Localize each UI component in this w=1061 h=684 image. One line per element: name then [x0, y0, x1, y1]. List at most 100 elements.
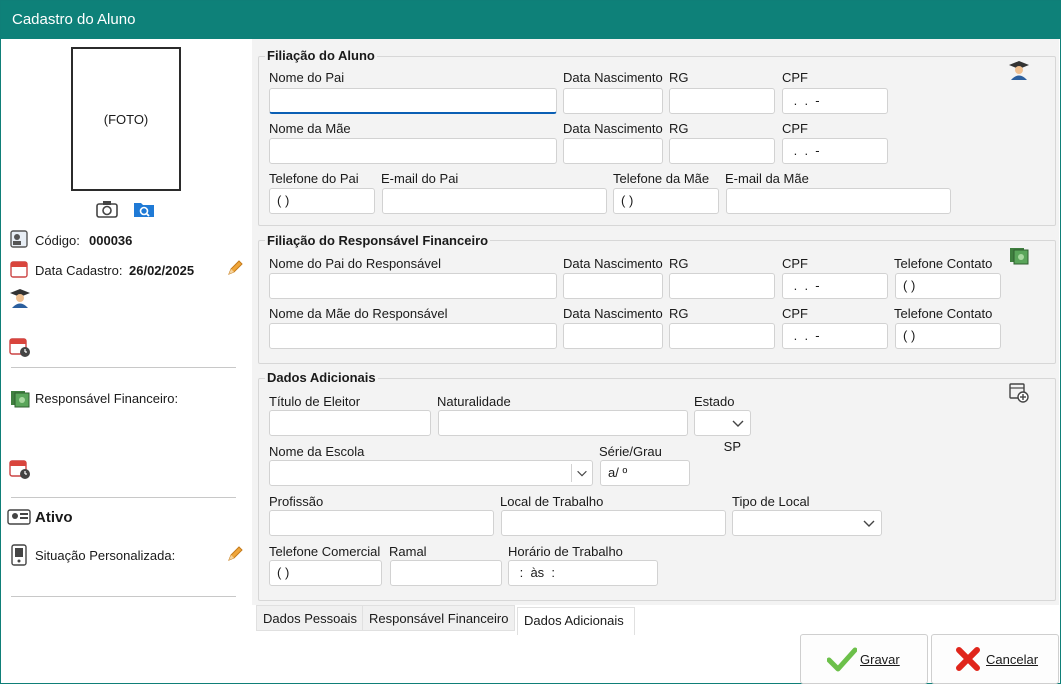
cpf-pai-resp-input[interactable]: . . -: [782, 273, 888, 299]
cancelar-button[interactable]: Cancelar: [931, 634, 1059, 684]
tab-dados-adicionais[interactable]: Dados Adicionais: [517, 607, 635, 635]
label-naturalidade: Naturalidade: [437, 394, 511, 409]
label-cpf: CPF: [782, 121, 808, 136]
chevron-down-icon: [861, 515, 877, 531]
data-cadastro-value: 26/02/2025: [129, 263, 195, 278]
telefone-mae-resp-input[interactable]: ( ): [895, 323, 1001, 349]
cpf-mae-input[interactable]: . . -: [782, 138, 888, 164]
telefone-pai-resp-input[interactable]: ( ): [895, 273, 1001, 299]
label-telefone-mae: Telefone da Mãe: [613, 171, 710, 186]
data-cadastro-label: Data Cadastro:: [35, 263, 123, 278]
label-nome-mae: Nome da Mãe: [269, 121, 351, 136]
group-title: Filiação do Responsável Financeiro: [265, 233, 491, 248]
label-nome-mae-resp: Nome da Mãe do Responsável: [269, 306, 448, 321]
label-cpf: CPF: [782, 256, 808, 271]
label-nome-escola: Nome da Escola: [269, 444, 365, 459]
horario-trabalho-input[interactable]: : às :: [508, 560, 658, 586]
label-data-nascimento: Data Nascimento: [563, 121, 663, 136]
label-data-nascimento: Data Nascimento: [563, 70, 663, 85]
nome-pai-input[interactable]: [269, 88, 557, 114]
photo-placeholder: (FOTO): [103, 111, 149, 127]
nome-mae-resp-input[interactable]: [269, 323, 557, 349]
photo-frame[interactable]: (FOTO): [71, 47, 181, 191]
label-cpf: CPF: [782, 70, 808, 85]
situacao-label: Situação Personalizada:: [35, 548, 176, 563]
nome-pai-resp-input[interactable]: [269, 273, 557, 299]
titulo-eleitor-input[interactable]: [269, 410, 431, 436]
local-trabalho-input[interactable]: [501, 510, 726, 536]
group-title: Filiação do Aluno: [265, 48, 377, 63]
rg-mae-input[interactable]: [669, 138, 775, 164]
money-icon[interactable]: [1007, 243, 1031, 267]
label-rg: RG: [669, 256, 689, 271]
label-local-trabalho: Local de Trabalho: [500, 494, 604, 509]
rg-pai-resp-input[interactable]: [669, 273, 775, 299]
telefone-comercial-input[interactable]: ( ): [269, 560, 382, 586]
tipo-local-select[interactable]: [732, 510, 882, 536]
label-email-mae: E-mail da Mãe: [725, 171, 809, 186]
nome-mae-input[interactable]: [269, 138, 557, 164]
cpf-pai-input[interactable]: . . -: [782, 88, 888, 114]
pencil-icon[interactable]: [225, 258, 245, 278]
id-card-icon: [9, 229, 29, 249]
telefone-pai-input[interactable]: ( ): [269, 188, 375, 214]
codigo-label: Código:: [35, 233, 80, 248]
responsavel-label: Responsável Financeiro:: [35, 391, 179, 406]
label-estado: Estado: [694, 394, 735, 409]
label-rg: RG: [669, 306, 689, 321]
label-horario-trabalho: Horário de Trabalho: [508, 544, 623, 559]
label-email-pai: E-mail do Pai: [381, 171, 459, 186]
label-data-nascimento: Data Nascimento: [563, 306, 663, 321]
tab-responsavel-financeiro[interactable]: Responsável Financeiro: [362, 605, 516, 631]
data-nascimento-mae-input[interactable]: [563, 138, 663, 164]
data-nascimento-pai-resp-input[interactable]: [563, 273, 663, 299]
nome-escola-select[interactable]: [269, 460, 593, 486]
status-text: Ativo: [35, 509, 73, 526]
label-tipo-local: Tipo de Local: [732, 494, 810, 509]
pencil-icon[interactable]: [225, 544, 245, 564]
graduate-icon[interactable]: [1007, 58, 1031, 82]
ramal-input[interactable]: [390, 560, 502, 586]
tab-dados-pessoais[interactable]: Dados Pessoais: [256, 605, 364, 631]
label-telefone-comercial: Telefone Comercial: [269, 544, 381, 559]
naturalidade-input[interactable]: [438, 410, 688, 436]
label-rg: RG: [669, 121, 689, 136]
label-titulo-eleitor: Título de Eleitor: [269, 394, 361, 409]
label-telefone-contato: Telefone Contato: [894, 306, 993, 321]
calendar-clock-icon: [9, 336, 31, 358]
calendar-clock-icon: [9, 458, 31, 480]
chevron-down-icon[interactable]: [571, 464, 591, 482]
profissao-input[interactable]: [269, 510, 494, 536]
data-nascimento-pai-input[interactable]: [563, 88, 663, 114]
window: Cadastro do Aluno (FOTO) Código: 000036 …: [0, 0, 1061, 684]
label-telefone-pai: Telefone do Pai: [269, 171, 359, 186]
group-title: Dados Adicionais: [265, 370, 378, 385]
label-ramal: Ramal: [389, 544, 427, 559]
codigo-value: 000036: [89, 233, 133, 248]
data-nascimento-mae-resp-input[interactable]: [563, 323, 663, 349]
serie-grau-input[interactable]: a/ º: [600, 460, 690, 486]
search-folder-icon[interactable]: [132, 199, 156, 219]
gravar-button[interactable]: Gravar: [800, 634, 928, 684]
camera-icon[interactable]: [95, 199, 119, 219]
email-mae-input[interactable]: [726, 188, 951, 214]
label-cpf: CPF: [782, 306, 808, 321]
label-nome-pai: Nome do Pai: [269, 70, 345, 85]
email-pai-input[interactable]: [382, 188, 607, 214]
rg-mae-resp-input[interactable]: [669, 323, 775, 349]
cpf-mae-resp-input[interactable]: . . -: [782, 323, 888, 349]
label-nome-pai-resp: Nome do Pai do Responsável: [269, 256, 441, 271]
cancel-x-icon: [952, 645, 984, 673]
divider: [11, 497, 236, 498]
add-form-icon[interactable]: [1008, 382, 1030, 404]
divider: [11, 367, 236, 368]
telefone-mae-input[interactable]: ( ): [613, 188, 719, 214]
check-icon: [826, 645, 858, 673]
window-title: Cadastro do Aluno: [12, 11, 136, 28]
estado-select[interactable]: SP: [694, 410, 751, 454]
gravar-label: Gravar: [860, 651, 900, 667]
label-telefone-contato: Telefone Contato: [894, 256, 993, 271]
label-serie-grau: Série/Grau: [599, 444, 662, 459]
label-rg: RG: [669, 70, 689, 85]
rg-pai-input[interactable]: [669, 88, 775, 114]
